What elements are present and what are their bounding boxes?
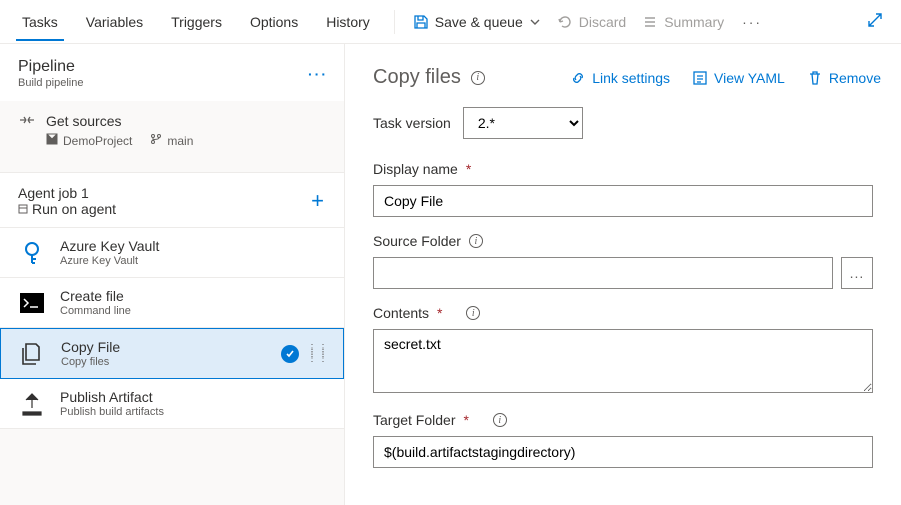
info-icon[interactable]: i xyxy=(469,234,483,248)
panel-title: Copy files xyxy=(373,66,461,89)
required-marker: * xyxy=(437,305,442,321)
info-icon[interactable]: i xyxy=(493,413,507,427)
task-name: Create file xyxy=(60,288,131,304)
contents-textarea[interactable]: secret.txt xyxy=(373,329,873,393)
target-folder-label: Target Folder xyxy=(373,412,455,428)
branch-name: main xyxy=(167,134,193,148)
task-create-file[interactable]: Create fileCommand line xyxy=(0,278,344,328)
pipeline-title: Pipeline xyxy=(18,58,83,76)
link-icon xyxy=(570,70,586,86)
task-publish-artifact[interactable]: Publish ArtifactPublish build artifacts xyxy=(0,379,344,429)
repo-name: DemoProject xyxy=(63,134,132,148)
agent-icon xyxy=(18,204,28,214)
save-queue-label: Save & queue xyxy=(435,14,523,30)
required-marker: * xyxy=(466,161,471,177)
summary-button[interactable]: Summary xyxy=(634,8,732,36)
discard-label: Discard xyxy=(579,14,626,30)
pipeline-subtitle: Build pipeline xyxy=(18,77,83,89)
discard-button[interactable]: Discard xyxy=(549,8,634,36)
chevron-down-icon xyxy=(529,16,541,28)
source-folder-label: Source Folder xyxy=(373,233,461,249)
display-name-input[interactable] xyxy=(373,185,873,217)
task-name: Copy File xyxy=(61,339,120,355)
link-settings-button[interactable]: Link settings xyxy=(570,70,670,86)
task-version-label: Task version xyxy=(373,115,451,131)
task-version-select[interactable]: 2.* xyxy=(463,107,583,139)
keyvault-icon xyxy=(18,239,46,267)
save-and-queue-button[interactable]: Save & queue xyxy=(405,8,549,36)
upload-icon xyxy=(18,390,46,418)
view-yaml-button[interactable]: View YAML xyxy=(692,70,785,86)
expand-icon[interactable] xyxy=(857,6,893,37)
copy-files-icon xyxy=(19,340,47,368)
info-icon[interactable]: i xyxy=(466,306,480,320)
tab-history[interactable]: History xyxy=(312,3,384,41)
get-sources-item[interactable]: Get sources DemoProject main xyxy=(0,101,344,158)
tab-options[interactable]: Options xyxy=(236,3,312,41)
selected-check-icon xyxy=(281,345,299,363)
add-task-button[interactable]: + xyxy=(305,188,330,214)
contents-label: Contents xyxy=(373,305,429,321)
pipeline-more-button[interactable]: ··· xyxy=(308,66,328,82)
undo-icon xyxy=(557,14,573,30)
branch-icon xyxy=(150,133,162,148)
source-folder-input[interactable] xyxy=(373,257,833,289)
display-name-label: Display name xyxy=(373,161,458,177)
required-marker: * xyxy=(463,412,468,428)
tab-tasks[interactable]: Tasks xyxy=(8,3,72,41)
save-icon xyxy=(413,14,429,30)
separator xyxy=(394,10,395,34)
info-icon[interactable]: i xyxy=(471,71,485,85)
task-sub: Publish build artifacts xyxy=(60,406,164,418)
task-sub: Command line xyxy=(60,305,131,317)
remove-button[interactable]: Remove xyxy=(807,70,881,86)
task-sub: Copy files xyxy=(61,356,120,368)
task-name: Azure Key Vault xyxy=(60,238,159,254)
target-folder-input[interactable] xyxy=(373,436,873,468)
get-sources-label: Get sources xyxy=(46,113,121,129)
agent-job-item[interactable]: Agent job 1 Run on agent + xyxy=(0,172,344,228)
list-icon xyxy=(642,14,658,30)
drag-handle-icon[interactable]: ⋮⋮⋮⋮⋮⋮ xyxy=(307,346,329,361)
browse-button[interactable]: ... xyxy=(841,257,873,289)
sources-icon xyxy=(18,113,36,129)
tab-variables[interactable]: Variables xyxy=(72,3,157,41)
trash-icon xyxy=(807,70,823,86)
tab-triggers[interactable]: Triggers xyxy=(157,3,236,41)
task-azure-key-vault[interactable]: Azure Key VaultAzure Key Vault xyxy=(0,228,344,278)
task-copy-file[interactable]: Copy FileCopy files ⋮⋮⋮⋮⋮⋮ xyxy=(0,328,344,379)
agent-job-title: Agent job 1 xyxy=(18,185,116,201)
task-sub: Azure Key Vault xyxy=(60,255,159,267)
agent-job-subtitle: Run on agent xyxy=(18,201,116,217)
summary-label: Summary xyxy=(664,14,724,30)
more-actions-button[interactable]: ··· xyxy=(732,8,772,36)
yaml-icon xyxy=(692,70,708,86)
pipeline-header[interactable]: Pipeline Build pipeline ··· xyxy=(0,44,344,101)
terminal-icon xyxy=(18,289,46,317)
repo-icon xyxy=(46,133,58,148)
task-name: Publish Artifact xyxy=(60,389,164,405)
